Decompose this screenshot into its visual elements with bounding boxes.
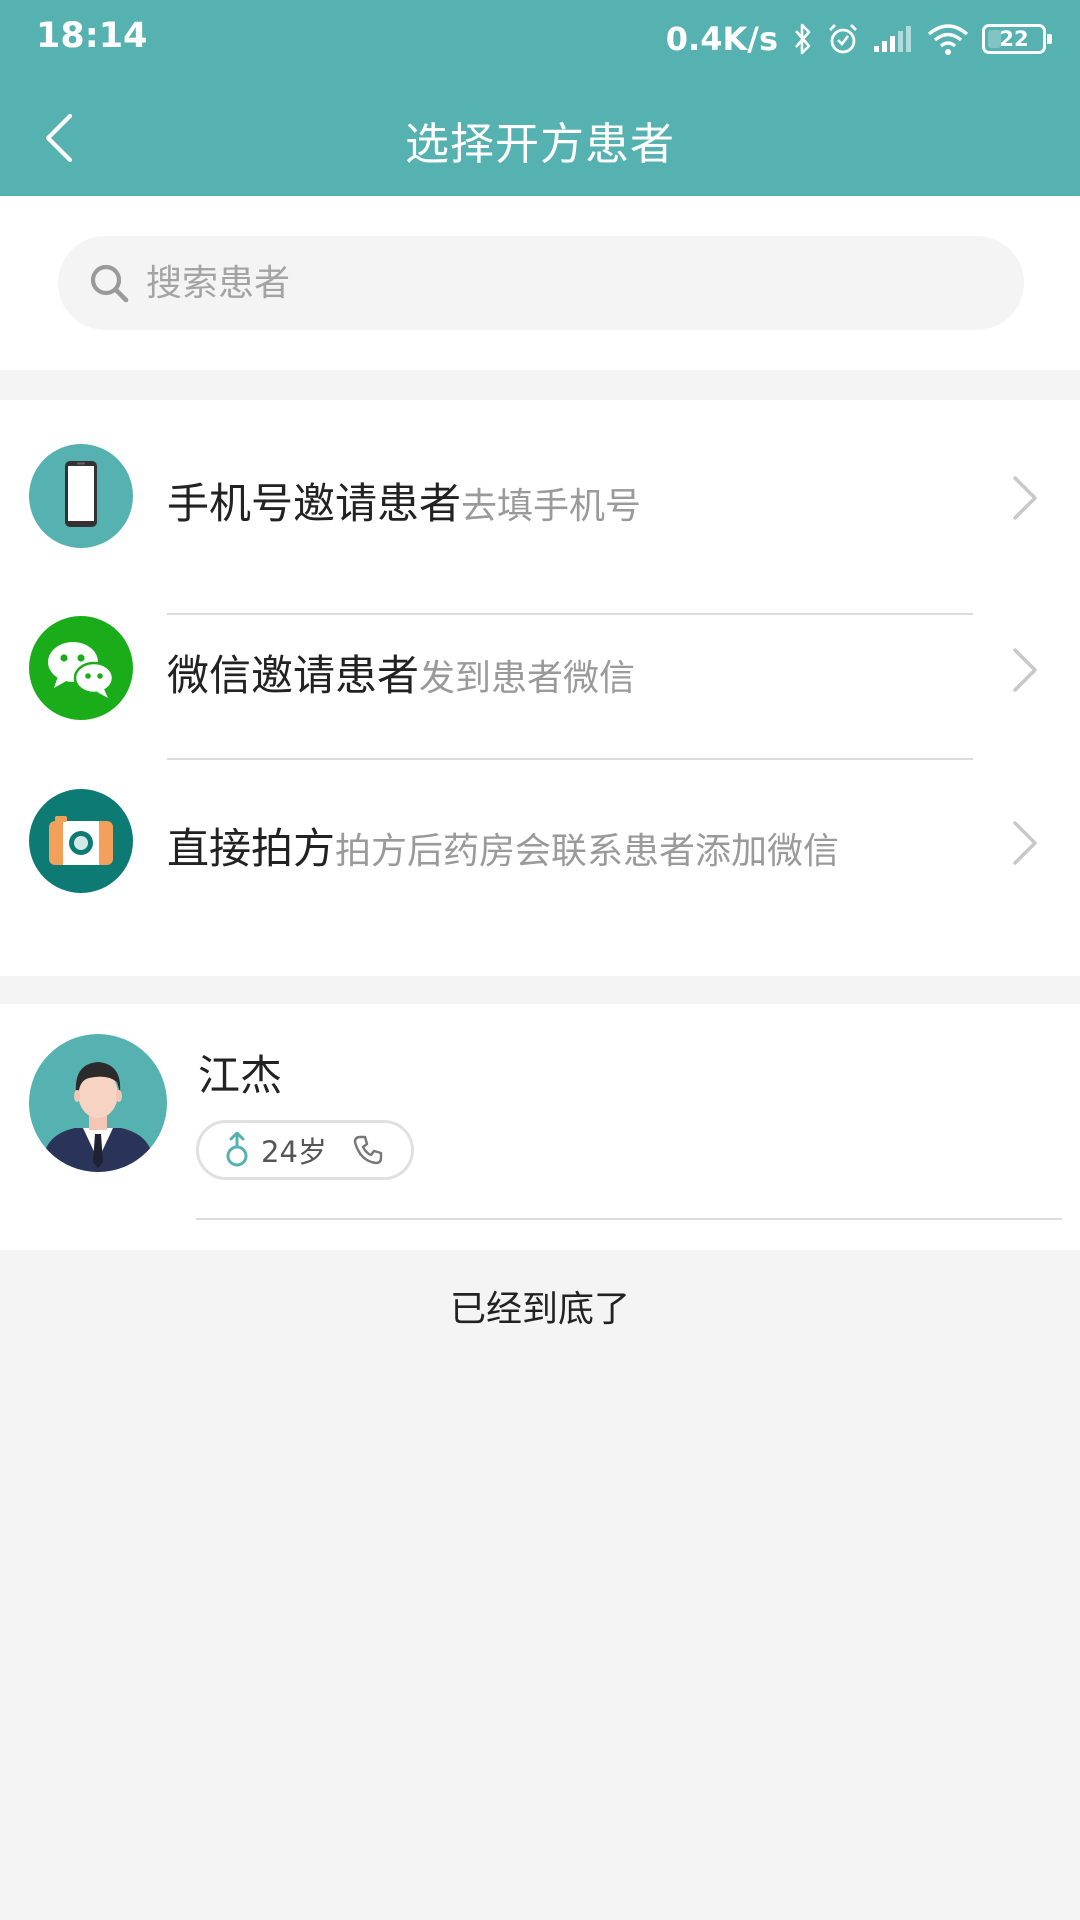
chevron-right-icon [1004,644,1044,696]
invite-label: 手机号邀请患者 [167,479,462,528]
patient-age: 24岁 [261,1135,327,1169]
search-input[interactable] [146,262,946,304]
wifi-icon [926,22,970,56]
invite-label: 直接拍方 [167,824,336,873]
signal-icon [872,24,914,54]
divider [167,758,973,760]
battery-level: 22 [999,27,1029,51]
take-photo-prescription-item[interactable]: 直接拍方拍方后药房会联系患者添加微信 [0,769,1080,915]
status-time: 18:14 [36,16,148,56]
invite-sub: 拍方后药房会联系患者添加微信 [335,831,840,872]
chevron-right-icon [1004,472,1044,524]
page-title: 选择开方患者 [405,119,675,170]
chevron-right-icon [1004,817,1044,869]
patient-row[interactable]: 江杰 24岁 [0,1004,1080,1224]
patient-list: 江杰 24岁 [0,1004,1080,1250]
phone-device-icon [29,444,133,548]
camera-icon [29,789,133,893]
phone-icon[interactable] [351,1133,385,1167]
search-bar[interactable] [58,236,1024,330]
invite-sub: 去填手机号 [461,486,642,527]
invite-label: 微信邀请患者 [167,651,420,700]
invite-by-wechat-item[interactable]: 微信邀请患者发到患者微信 [0,596,1080,742]
network-speed: 0.4K/s [665,20,778,58]
end-of-list-text: 已经到底了 [449,1289,630,1330]
patient-info-badge: 24岁 [196,1120,414,1180]
alarm-icon [826,22,860,56]
invite-options: 手机号邀请患者去填手机号 微信邀请患者发到患者微信 直接拍方拍方后药房会联系患者… [0,400,1080,976]
search-section [0,196,1080,370]
search-icon [86,260,132,306]
bluetooth-icon [792,22,814,56]
avatar [29,1034,167,1172]
top-bar: 18:14 0.4K/s 22 选择开方患者 [0,0,1080,196]
status-icons: 0.4K/s 22 [665,14,1052,64]
nav-bar: 选择开方患者 [0,88,1080,188]
battery-icon: 22 [982,24,1052,54]
patient-name: 江杰 [198,1051,283,1100]
invite-by-phone-item[interactable]: 手机号邀请患者去填手机号 [0,424,1080,570]
status-bar: 18:14 0.4K/s 22 [0,0,1080,78]
invite-sub: 发到患者微信 [419,658,636,699]
male-gender-icon [223,1132,251,1168]
wechat-icon [29,616,133,720]
divider [196,1218,1062,1220]
